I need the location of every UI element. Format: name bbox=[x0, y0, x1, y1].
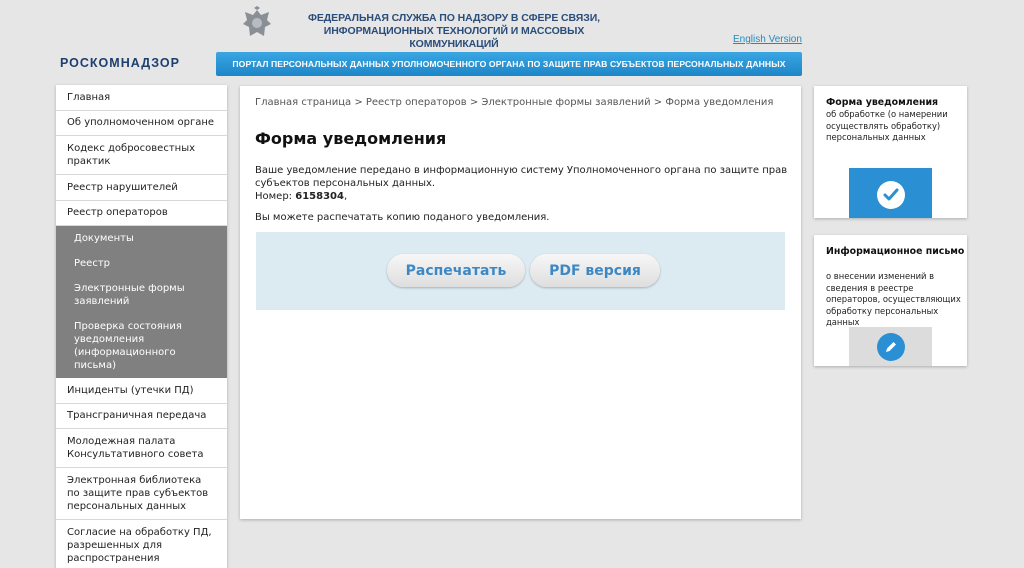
print-hint: Вы можете распечатать копию поданого уве… bbox=[255, 211, 550, 223]
english-version-link[interactable]: English Version bbox=[733, 34, 802, 45]
sidebar-item-about[interactable]: Об уполномоченном органе bbox=[56, 111, 227, 136]
main-panel: Главная страница > Реестр операторов > Э… bbox=[240, 86, 801, 519]
card-title: Форма уведомления bbox=[826, 97, 939, 108]
sidebar-item-operators[interactable]: Реестр операторов bbox=[56, 201, 227, 226]
sidebar-item-crossborder[interactable]: Трансграничная передача bbox=[56, 404, 227, 429]
pdf-version-button[interactable]: PDF версия bbox=[530, 254, 660, 287]
agency-title: ФЕДЕРАЛЬНАЯ СЛУЖБА ПО НАДЗОРУ В СФЕРЕ СВ… bbox=[308, 12, 600, 50]
sidebar-subitem-eforms[interactable]: Электронные формы заявлений bbox=[56, 276, 227, 314]
action-box: Распечатать PDF версия bbox=[256, 232, 785, 310]
pencil-icon bbox=[876, 332, 905, 361]
sidebar-item-consent[interactable]: Согласие на обработку ПД, разрешенных дл… bbox=[56, 520, 227, 568]
breadcrumb[interactable]: Главная страница > Реестр операторов > Э… bbox=[255, 97, 773, 108]
sidebar-submenu: Документы Реестр Электронные формы заявл… bbox=[56, 226, 227, 378]
card-illustration bbox=[849, 168, 932, 218]
sidebar-item-code[interactable]: Кодекс добросовестных практик bbox=[56, 136, 227, 175]
card-illustration bbox=[849, 327, 932, 366]
eagle-emblem-icon bbox=[240, 6, 274, 42]
sidebar-nav: Главная Об уполномоченном органе Кодекс … bbox=[56, 85, 227, 568]
sidebar-item-home[interactable]: Главная bbox=[56, 85, 227, 111]
sidebar-item-violators[interactable]: Реестр нарушителей bbox=[56, 175, 227, 201]
portal-banner[interactable]: ПОРТАЛ ПЕРСОНАЛЬНЫХ ДАННЫХ УПОЛНОМОЧЕННО… bbox=[216, 52, 802, 76]
info-letter-card[interactable]: Информационное письмо о внесении изменен… bbox=[814, 235, 967, 366]
checkmark-icon bbox=[876, 181, 905, 209]
number-label: Номер: bbox=[255, 191, 293, 203]
sidebar-subitem-status-check[interactable]: Проверка состояния уведомления (информац… bbox=[56, 314, 227, 378]
site-logo[interactable]: РОСКОМНАДЗОР bbox=[60, 56, 180, 70]
notification-number-line: Номер: 6158304, bbox=[255, 190, 795, 203]
card-description: о внесении изменений в сведения в реестр… bbox=[826, 271, 961, 328]
card-description: об обработке (о намерении осуществлять о… bbox=[826, 109, 948, 143]
confirmation-message: Ваше уведомление передано в информационн… bbox=[255, 165, 788, 190]
sidebar-item-incidents[interactable]: Инциденты (утечки ПД) bbox=[56, 378, 227, 404]
sidebar-subitem-registry[interactable]: Реестр bbox=[56, 251, 227, 276]
sidebar-item-youth-chamber[interactable]: Молодежная палата Консультативного совет… bbox=[56, 429, 227, 468]
sidebar-subitem-documents[interactable]: Документы bbox=[56, 226, 227, 251]
sidebar-item-library[interactable]: Электронная библиотека по защите прав су… bbox=[56, 468, 227, 520]
number-suffix: , bbox=[343, 191, 348, 203]
confirmation-text: Ваше уведомление передано в информационн… bbox=[255, 164, 795, 224]
page-title: Форма уведомления bbox=[255, 129, 447, 148]
notification-form-card[interactable]: Форма уведомления об обработке (о намере… bbox=[814, 86, 967, 218]
card-title: Информационное письмо bbox=[826, 246, 965, 257]
print-button[interactable]: Распечатать bbox=[387, 254, 525, 287]
number-value: 6158304 bbox=[295, 191, 344, 203]
